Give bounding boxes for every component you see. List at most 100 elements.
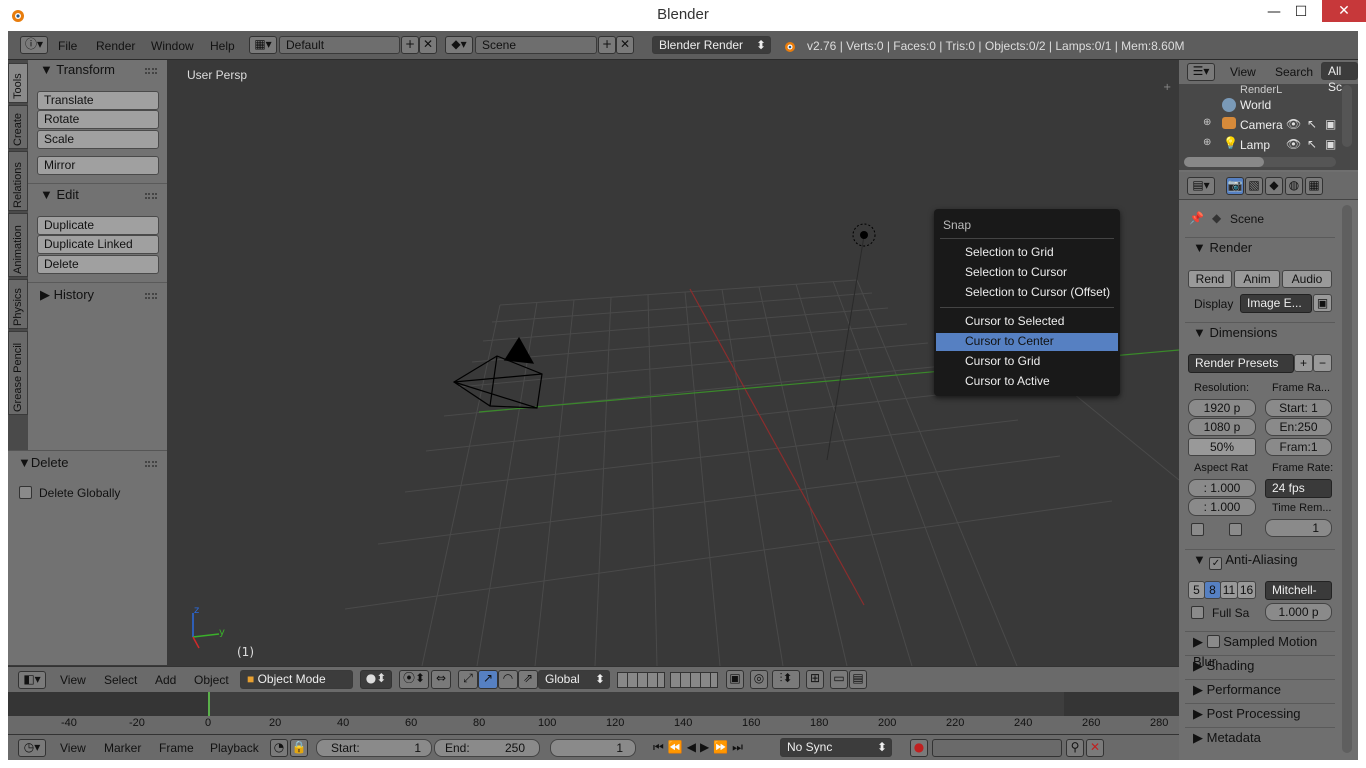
- add-layout-icon[interactable]: +: [401, 36, 419, 54]
- menu-view[interactable]: View: [60, 673, 86, 687]
- resolution-percent-field[interactable]: 50%: [1188, 438, 1256, 456]
- outliner-filter-select[interactable]: All Sc: [1321, 62, 1358, 94]
- drag-grip-icon[interactable]: [145, 293, 157, 299]
- keying-set-field[interactable]: [932, 739, 1062, 757]
- lock-icon[interactable]: 🔒: [290, 739, 308, 757]
- tab-physics[interactable]: Physics: [8, 279, 28, 329]
- menu-add[interactable]: Add: [155, 673, 176, 687]
- texture-tab-icon[interactable]: ▦: [1305, 177, 1323, 195]
- post-processing-section-header[interactable]: ▶ Post Processing: [1185, 703, 1335, 725]
- tab-tools[interactable]: Tools: [8, 63, 28, 103]
- frame-rate-select[interactable]: 24 fps: [1265, 479, 1332, 498]
- dimensions-section-header[interactable]: ▼ Dimensions: [1185, 322, 1335, 344]
- timeline-editor[interactable]: -40 -20 0 20 40 60 80 100 120 140 160 18…: [8, 692, 1179, 734]
- menu-playback[interactable]: Playback: [210, 741, 259, 755]
- pivot-icon[interactable]: ⦿⬍: [399, 670, 429, 689]
- lock-interface-icon[interactable]: ▣: [1313, 294, 1332, 312]
- render-audio-button[interactable]: Audio: [1282, 270, 1332, 288]
- end-frame-field[interactable]: End: 250: [434, 739, 540, 757]
- info-editor-icon[interactable]: ⓘ▾: [20, 36, 48, 54]
- frame-start-field[interactable]: Start: 1: [1265, 399, 1332, 417]
- drag-grip-icon[interactable]: [145, 68, 157, 74]
- anti-aliasing-section-header[interactable]: ▼ ✓ Anti-Aliasing: [1185, 549, 1335, 571]
- aa-size-field[interactable]: 1.000 p: [1265, 603, 1332, 621]
- remove-scene-icon[interactable]: ✕: [616, 36, 634, 54]
- menu-item-cursor-to-center[interactable]: Cursor to Center: [936, 333, 1118, 351]
- menu-view[interactable]: View: [60, 741, 86, 755]
- add-preset-icon[interactable]: +: [1294, 354, 1313, 372]
- menu-item-selection-to-cursor-offset[interactable]: Selection to Cursor (Offset): [936, 284, 1118, 302]
- menu-object[interactable]: Object: [194, 673, 229, 687]
- properties-scrollbar[interactable]: [1342, 205, 1352, 753]
- outliner-item-lamp[interactable]: Lamp: [1240, 138, 1270, 152]
- aspect-y-field[interactable]: : 1.000: [1188, 498, 1256, 516]
- playback-controls[interactable]: ⏮⏪◀▶⏩⏭: [653, 740, 773, 756]
- display-select[interactable]: Image E...: [1240, 294, 1312, 313]
- snap-toggle-icon[interactable]: ⫶⬍: [772, 670, 800, 689]
- editor-type-icon[interactable]: ☰▾: [1187, 63, 1215, 81]
- menu-item-cursor-to-grid[interactable]: Cursor to Grid: [936, 353, 1118, 371]
- layout-field[interactable]: Default: [279, 36, 400, 54]
- menu-search[interactable]: Search: [1275, 65, 1313, 79]
- border-checkbox[interactable]: [1191, 523, 1204, 536]
- metadata-section-header[interactable]: ▶ Metadata: [1185, 727, 1335, 749]
- tab-animation[interactable]: Animation: [8, 213, 28, 277]
- editor-type-icon[interactable]: ◷▾: [18, 739, 46, 757]
- layer-buttons-a[interactable]: [617, 672, 665, 688]
- outliner-vscrollbar[interactable]: [1342, 85, 1352, 147]
- menu-item-cursor-to-active[interactable]: Cursor to Active: [936, 373, 1118, 391]
- menu-render[interactable]: Render: [96, 39, 135, 53]
- expand-icon[interactable]: ⊕: [1203, 137, 1211, 148]
- render-tab-icon[interactable]: 📷: [1226, 177, 1244, 195]
- history-panel-header[interactable]: ▶ History: [40, 287, 94, 303]
- aa-filter-select[interactable]: Mitchell-: [1265, 581, 1332, 600]
- editor-type-icon[interactable]: ◧▾: [18, 671, 46, 689]
- menu-file[interactable]: File: [58, 39, 77, 53]
- region-expand-icon[interactable]: +: [1163, 82, 1175, 94]
- render-engine-select[interactable]: Blender Render ⬍: [652, 36, 771, 54]
- translate-button[interactable]: Translate: [37, 91, 159, 110]
- rotate-button[interactable]: Rotate: [37, 110, 159, 129]
- shading-section-header[interactable]: ▶ Shading: [1185, 655, 1335, 677]
- render-anim-icon[interactable]: ▤: [849, 670, 867, 689]
- scene-field[interactable]: Scene: [475, 36, 597, 54]
- render-camera-icon[interactable]: ▣: [1325, 137, 1336, 151]
- aa-samples-16[interactable]: 16: [1237, 581, 1256, 599]
- select-arrow-icon[interactable]: ↖: [1307, 117, 1317, 131]
- timeline-ruler[interactable]: [8, 716, 1179, 734]
- manipulator-toggle-icon[interactable]: ⇔: [431, 670, 451, 689]
- move-manipulator-icon[interactable]: ↗: [478, 670, 498, 689]
- motion-blur-checkbox[interactable]: [1206, 635, 1220, 648]
- expand-icon[interactable]: ⊕: [1203, 117, 1211, 128]
- record-icon[interactable]: ●: [910, 739, 928, 757]
- transform-panel-header[interactable]: ▼ Transform: [40, 62, 115, 77]
- duplicate-linked-button[interactable]: Duplicate Linked: [37, 235, 159, 254]
- tab-relations[interactable]: Relations: [8, 151, 28, 211]
- camera-object[interactable]: [452, 336, 543, 409]
- mode-select[interactable]: ■ Object Mode: [240, 670, 353, 689]
- render-layers-tab-icon[interactable]: ▧: [1245, 177, 1263, 195]
- menu-item-cursor-to-selected[interactable]: Cursor to Selected: [936, 313, 1118, 331]
- world-tab-icon[interactable]: ◍: [1285, 177, 1303, 195]
- add-scene-icon[interactable]: +: [598, 36, 616, 54]
- delete-operator-header[interactable]: ▼Delete: [18, 455, 68, 470]
- outliner-item-camera[interactable]: Camera: [1240, 118, 1283, 132]
- resolution-x-field[interactable]: 1920 p: [1188, 399, 1256, 417]
- menu-help[interactable]: Help: [210, 39, 235, 53]
- render-section-header[interactable]: ▼ Render: [1185, 237, 1335, 259]
- frame-step-field[interactable]: Fram:1: [1265, 438, 1332, 456]
- menu-item-selection-to-cursor[interactable]: Selection to Cursor: [936, 264, 1118, 282]
- aa-samples-5[interactable]: 5: [1188, 581, 1205, 599]
- menu-select[interactable]: Select: [104, 673, 137, 687]
- proportional-edit-icon[interactable]: ◎: [750, 670, 768, 689]
- resolution-y-field[interactable]: 1080 p: [1188, 418, 1256, 436]
- remove-preset-icon[interactable]: −: [1313, 354, 1332, 372]
- start-frame-field[interactable]: Start: 1: [316, 739, 432, 757]
- insert-key-icon[interactable]: ⚲: [1066, 739, 1084, 757]
- frame-end-field[interactable]: En:250: [1265, 418, 1332, 436]
- delete-button[interactable]: Delete: [37, 255, 159, 274]
- editor-type-icon[interactable]: ▤▾: [1187, 177, 1215, 195]
- tab-grease-pencil[interactable]: Grease Pencil: [8, 331, 28, 415]
- full-sample-checkbox[interactable]: [1191, 606, 1204, 619]
- rotate-manipulator-icon[interactable]: ◠: [498, 670, 518, 689]
